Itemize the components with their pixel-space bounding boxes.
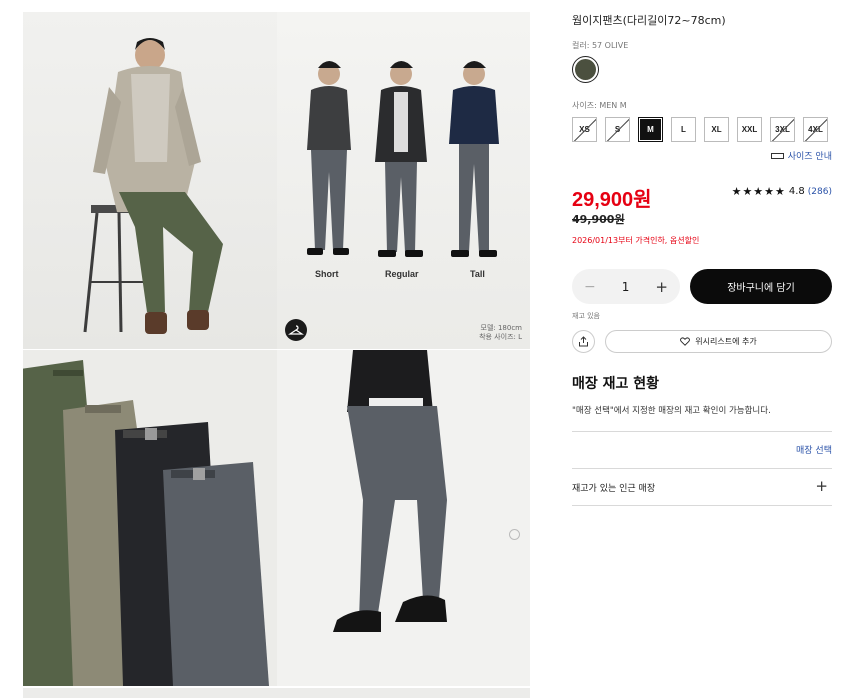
wishlist-label: 위시리스트에 추가 [695,337,757,346]
quantity-stepper: − 1 + [572,269,680,304]
nearby-stores-label[interactable]: 재고가 있는 인근 매장 [572,481,655,494]
size-option-label: XXL [741,125,758,134]
model-height: 모델: 180cm [480,324,523,332]
share-button[interactable] [572,330,595,353]
fit-caption-tall: Tall [470,269,485,279]
zoom-icon[interactable] [509,529,520,540]
star-rating-icons: ★★★★★ [731,185,786,198]
gallery-image-leg-closeup[interactable] [277,350,530,686]
color-label: 컬러: 57 OLIVE [572,41,629,50]
size-selector: XS S M L XL XXL 3XL 4XL [572,117,832,142]
select-store-link[interactable]: 매장 선택 [796,443,832,456]
share-icon [579,336,588,347]
size-option-label: XS [579,125,590,134]
fit-caption-short: Short [315,269,339,279]
size-option-label: 3XL [775,125,790,134]
swatch-fill [575,59,596,80]
size-option-xl[interactable]: XL [704,117,729,142]
gallery-image-next-row [23,688,530,698]
store-stock-heading: 매장 재고 현황 [572,376,660,392]
size-option-label: 4XL [808,125,823,134]
size-option-3xl[interactable]: 3XL [770,117,795,142]
color-lineup-illustration [23,360,269,686]
size-option-m[interactable]: M [638,117,663,142]
size-option-4xl[interactable]: 4XL [803,117,828,142]
color-swatch-olive[interactable] [572,56,599,83]
divider [572,505,832,506]
increase-quantity-button[interactable]: + [655,278,668,296]
hanger-icon[interactable] [285,319,307,341]
rating-summary[interactable]: ★★★★★ 4.8 (286) [732,185,832,198]
add-to-wishlist-button[interactable]: 위시리스트에 추가 [605,330,832,353]
size-option-xxl[interactable]: XXL [737,117,762,142]
gallery-image-color-lineup[interactable] [23,350,277,686]
size-option-label: S [614,125,621,134]
divider [572,468,832,469]
product-title: 웜이지팬츠(다리길이72~78cm) [572,14,726,27]
leg-closeup-illustration [333,350,447,632]
store-stock-description: "매장 선택"에서 지정한 매장의 재고 확인이 가능합니다. [572,406,771,416]
divider [572,431,832,432]
ruler-icon [770,152,784,159]
add-to-cart-button[interactable]: 장바구니에 담기 [690,269,832,304]
seated-model-illustration [83,38,223,334]
size-option-label: M [647,125,654,134]
size-guide-label: 사이즈 안내 [787,152,832,162]
size-option-label: L [681,125,686,134]
rating-score: 4.8 [788,186,805,197]
model-wear-size: 착용 사이즈: L [479,333,522,341]
sale-price: 29,900원 [572,189,652,211]
size-option-s[interactable]: S [605,117,630,142]
heart-icon [680,337,691,346]
decrease-quantity-button[interactable]: − [584,279,596,295]
size-guide-link[interactable]: 사이즈 안내 [770,149,832,162]
gallery-image-seated-model[interactable] [23,12,277,349]
expand-icon[interactable]: + [815,477,828,495]
stock-status: 재고 있음 [572,312,600,320]
product-gallery: Short Regular Tall 모델: 180cm 착용 사이즈: L [23,12,530,698]
quantity-value: 1 [621,279,630,294]
size-option-xs[interactable]: XS [572,117,597,142]
fit-comparison-illustration [307,61,499,257]
size-option-label: XL [711,125,722,134]
model-info: 모델: 180cm 착용 사이즈: L [479,324,522,342]
promo-text: 2026/01/13부터 가격인하, 옵션할인 [572,236,700,245]
review-count[interactable]: (286) [808,187,832,197]
original-price: 49,900원 [572,213,625,226]
fit-caption-regular: Regular [385,269,419,279]
size-option-l[interactable]: L [671,117,696,142]
gallery-image-fit-comparison[interactable]: Short Regular Tall [277,12,530,349]
size-label: 사이즈: MEN M [572,101,627,110]
